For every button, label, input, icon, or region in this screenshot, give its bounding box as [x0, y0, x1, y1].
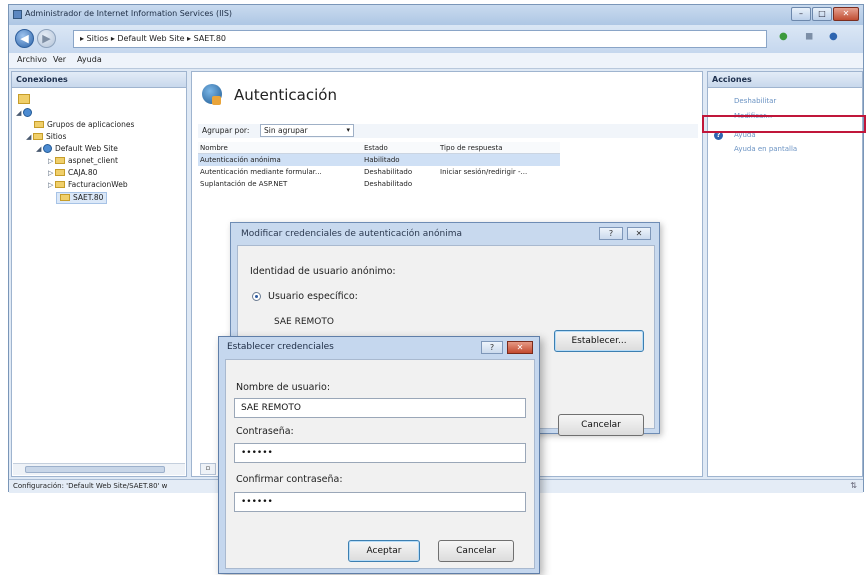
tree-item-caja[interactable]: ▷ CAJA.80: [48, 168, 97, 180]
folder-icon: [55, 181, 65, 188]
forward-button[interactable]: ▶: [37, 29, 56, 48]
folder-icon: [34, 121, 44, 128]
globe-icon: [43, 144, 52, 153]
view-toggle[interactable]: ▫: [200, 463, 216, 475]
connections-panel: Conexiones ◢ Grupos de aplicaciones ◢ Sit…: [11, 71, 187, 477]
dialog-title: Establecer credenciales: [227, 342, 334, 352]
chevron-down-icon: ▾: [346, 126, 350, 134]
menu-ayuda[interactable]: Ayuda: [77, 55, 102, 64]
password-label: Contraseña:: [236, 426, 294, 437]
table-row[interactable]: Suplantación de ASP.NET Deshabilitado: [198, 178, 560, 190]
connections-header: Conexiones: [12, 72, 186, 88]
back-button[interactable]: ◀: [15, 29, 34, 48]
tree-item-aspnet-client[interactable]: ▷ aspnet_client: [48, 156, 118, 168]
folder-icon: [33, 133, 43, 140]
stop-icon[interactable]: ◼: [805, 31, 813, 42]
status-text: Configuración: 'Default Web Site/SAET.80…: [13, 482, 168, 490]
site-icon: [60, 194, 70, 201]
group-by-label: Agrupar por:: [202, 126, 250, 135]
server-icon[interactable]: [18, 94, 30, 104]
cancel-button[interactable]: Cancelar: [438, 540, 514, 562]
window-title: Administrador de Internet Information Se…: [25, 9, 233, 18]
username-label: Nombre de usuario:: [236, 382, 331, 393]
tree-item-facturacionweb[interactable]: ▷ FacturacionWeb: [48, 180, 128, 192]
folder-icon: [55, 169, 65, 176]
username-field[interactable]: SAE REMOTO: [234, 398, 526, 418]
password-field[interactable]: ••••••: [234, 443, 526, 463]
app-icon: [13, 10, 22, 19]
specific-user-field: SAE REMOTO: [274, 317, 334, 327]
highlight-annotation: [702, 115, 866, 133]
connections-scrollbar[interactable]: [13, 463, 185, 475]
scroll-thumb[interactable]: [25, 466, 165, 473]
actions-header: Acciones: [708, 72, 862, 88]
action-disable[interactable]: Deshabilitar: [734, 97, 776, 105]
table-row[interactable]: Autenticación mediante formular... Desha…: [198, 166, 560, 178]
specific-user-label[interactable]: Usuario específico:: [268, 291, 358, 302]
menu-bar: Archivo Ver Ayuda: [9, 53, 863, 69]
specific-user-radio[interactable]: [252, 292, 261, 301]
identity-label: Identidad de usuario anónimo:: [250, 266, 396, 277]
address-bar: ◀ ▶ ▸ Sitios ▸ Default Web Site ▸ SAET.8…: [9, 25, 863, 53]
authentication-table: Nombre Estado Tipo de respuesta Autentic…: [198, 142, 560, 190]
dialog-title: Modificar credenciales de autenticación …: [241, 229, 462, 239]
minimize-button[interactable]: –: [791, 7, 811, 21]
menu-archivo[interactable]: Archivo: [17, 55, 47, 64]
tree-item-sites[interactable]: ◢ Sitios: [26, 132, 66, 144]
group-by-select[interactable]: Sin agrupar ▾: [260, 124, 354, 137]
set-credentials-button[interactable]: Establecer...: [554, 330, 644, 352]
network-icon: ⇅: [850, 481, 857, 490]
server-node-icon: [23, 108, 32, 117]
dialog-help-button[interactable]: ?: [481, 341, 503, 354]
tree-root[interactable]: ◢: [16, 108, 35, 120]
folder-icon: [55, 157, 65, 164]
confirm-password-field[interactable]: ••••••: [234, 492, 526, 512]
column-header-status[interactable]: Estado: [364, 144, 388, 152]
dialog-close-button[interactable]: ✕: [507, 341, 533, 354]
tree-item-app-pools[interactable]: Grupos de aplicaciones: [34, 120, 134, 132]
table-header: Nombre Estado Tipo de respuesta: [198, 142, 560, 154]
refresh-icon[interactable]: ●: [779, 31, 788, 42]
help-menu-icon[interactable]: ●: [829, 31, 838, 42]
accept-button[interactable]: Aceptar: [348, 540, 420, 562]
feature-title: Autenticación: [234, 86, 337, 104]
title-bar: Administrador de Internet Information Se…: [9, 5, 863, 25]
authentication-icon: [202, 84, 222, 105]
cancel-button[interactable]: Cancelar: [558, 414, 644, 436]
set-credentials-dialog: Establecer credenciales ? ✕ Nombre de us…: [218, 336, 540, 574]
column-header-response[interactable]: Tipo de respuesta: [440, 144, 502, 152]
tree-item-saet[interactable]: SAET.80: [56, 192, 108, 204]
table-row[interactable]: Autenticación anónima Habilitado: [198, 154, 560, 166]
confirm-password-label: Confirmar contraseña:: [236, 474, 343, 485]
tree-item-default-site[interactable]: ◢ Default Web Site: [36, 144, 118, 156]
address-path: ▸ Sitios ▸ Default Web Site ▸ SAET.80: [80, 34, 227, 43]
menu-ver[interactable]: Ver: [53, 55, 66, 64]
close-button[interactable]: ✕: [833, 7, 859, 21]
maximize-button[interactable]: □: [812, 7, 832, 21]
address-field[interactable]: ▸ Sitios ▸ Default Web Site ▸ SAET.80: [73, 30, 767, 48]
dialog-body: Nombre de usuario: SAE REMOTO Contraseña…: [225, 359, 535, 569]
column-header-name[interactable]: Nombre: [200, 144, 228, 152]
dialog-close-button[interactable]: ✕: [627, 227, 651, 240]
group-by-bar: Agrupar por: Sin agrupar ▾: [198, 124, 698, 138]
dialog-help-button[interactable]: ?: [599, 227, 623, 240]
action-online-help[interactable]: Ayuda en pantalla: [734, 145, 797, 153]
